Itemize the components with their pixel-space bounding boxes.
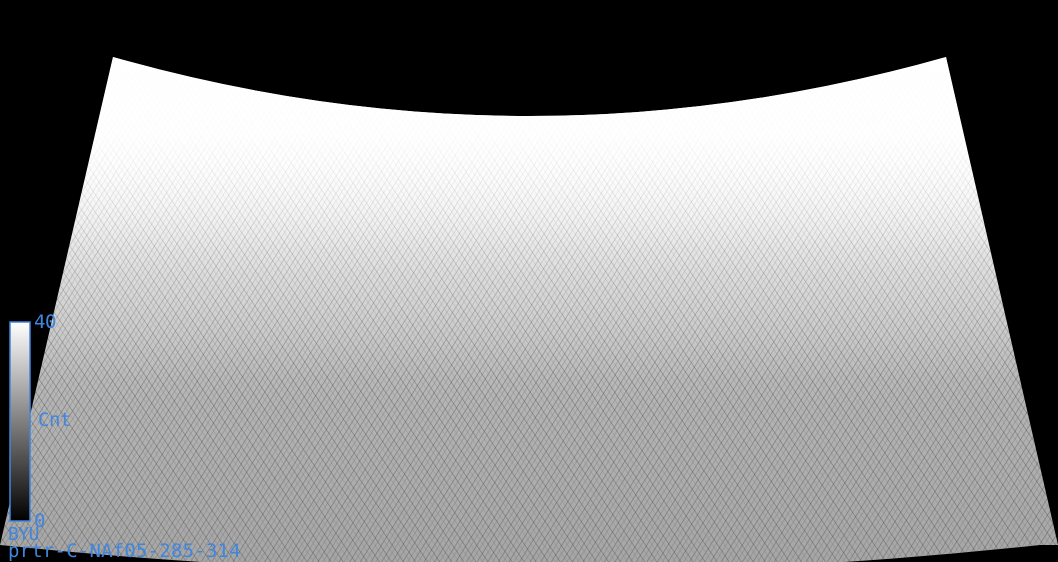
colorbar bbox=[9, 321, 31, 522]
colorbar-units-label: Cnt bbox=[38, 409, 71, 431]
fan-swath bbox=[0, 57, 1058, 562]
map-canvas bbox=[0, 57, 1058, 562]
image-title: prtr-C-NAf05-285-314 bbox=[8, 540, 241, 562]
colorbar-max-label: 40 bbox=[34, 311, 56, 333]
colorbar-gradient bbox=[9, 321, 31, 522]
